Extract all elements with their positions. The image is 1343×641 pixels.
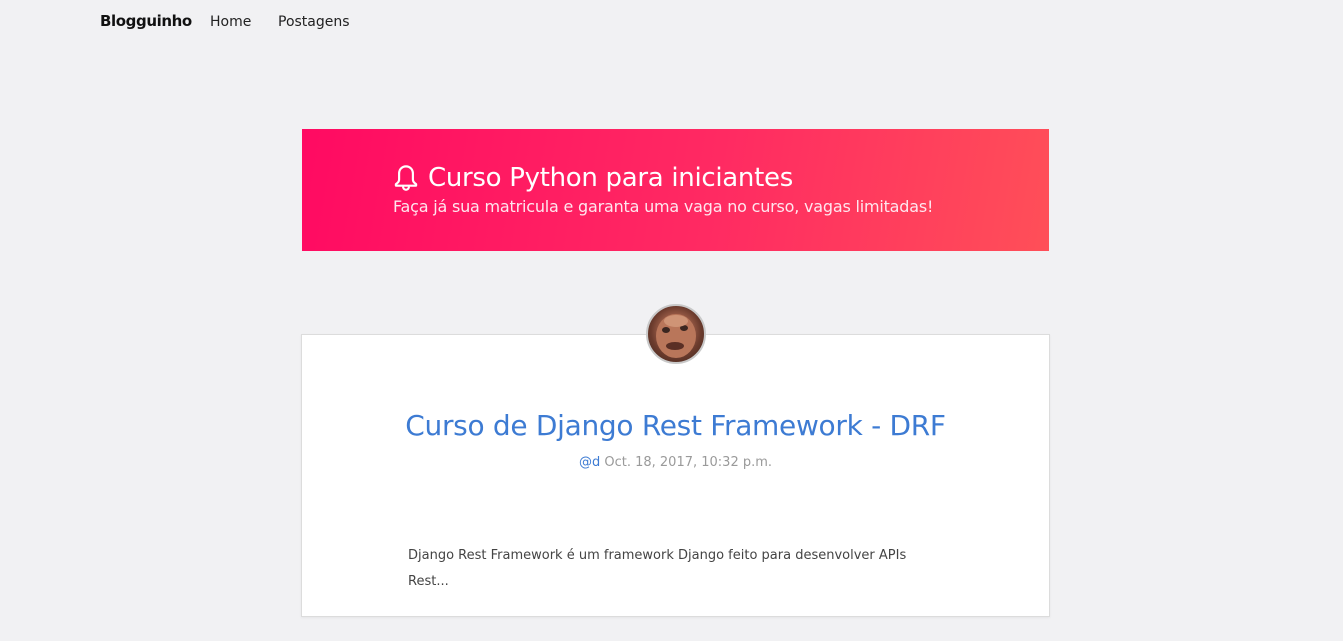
top-navbar: Blogguinho Home Postagens xyxy=(0,0,1343,44)
nav-link-home[interactable]: Home xyxy=(210,14,251,30)
post-card: Curso de Django Rest Framework - DRF @d … xyxy=(301,334,1050,617)
avatar-picture xyxy=(656,314,696,358)
banner-title: Curso Python para iniciantes xyxy=(393,163,793,193)
post-title-link[interactable]: Curso de Django Rest Framework - DRF xyxy=(302,409,1049,442)
nav-link-postagens[interactable]: Postagens xyxy=(278,14,350,30)
brand-logo[interactable]: Blogguinho xyxy=(100,12,192,30)
post-excerpt: Django Rest Framework é um framework Dja… xyxy=(408,548,907,589)
post-author-link[interactable]: @d xyxy=(579,455,600,470)
banner-title-text: Curso Python para iniciantes xyxy=(428,163,793,193)
bell-icon xyxy=(394,165,418,191)
promo-banner: Curso Python para iniciantes Faça já sua… xyxy=(302,129,1049,251)
post-date: Oct. 18, 2017, 10:32 p.m. xyxy=(604,455,773,470)
post-meta: @d Oct. 18, 2017, 10:32 p.m. xyxy=(302,455,1049,470)
banner-subtitle: Faça já sua matricula e garanta uma vaga… xyxy=(393,197,934,216)
author-avatar[interactable] xyxy=(646,304,706,364)
